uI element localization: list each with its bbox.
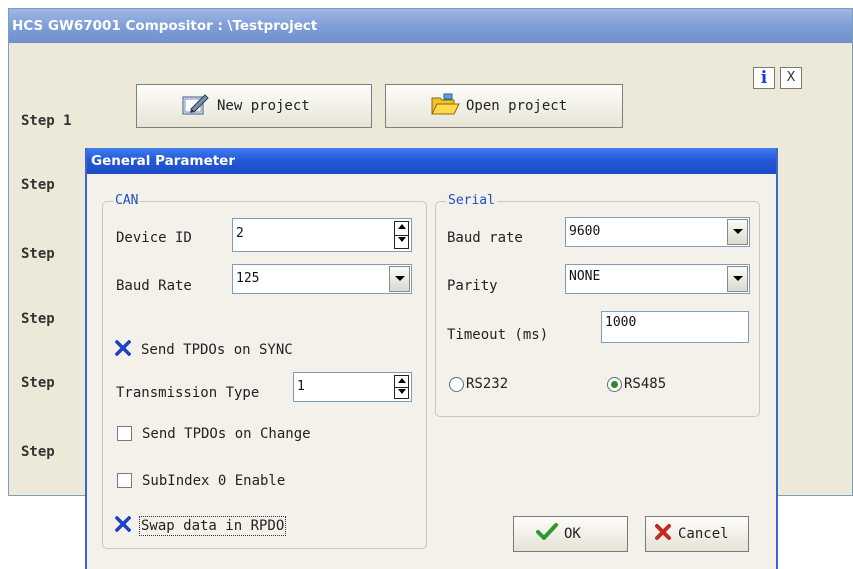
- spin-down-icon[interactable]: [395, 387, 408, 398]
- new-project-button[interactable]: New project: [136, 84, 372, 128]
- cancel-button[interactable]: Cancel: [645, 516, 749, 552]
- window-title: HCS GW67001 Compositor : \Testproject: [9, 9, 852, 43]
- cancel-x-icon: [654, 523, 672, 545]
- subindex-enable-checkbox[interactable]: [117, 473, 132, 488]
- send-tpdos-sync-label: Send TPDOs on SYNC: [141, 342, 293, 358]
- device-id-value: 2: [236, 226, 244, 241]
- send-tpdos-change-label: Send TPDOs on Change: [142, 426, 311, 442]
- check-mark-icon: [114, 339, 132, 357]
- ok-label: OK: [564, 526, 581, 542]
- step-4-label: Step: [21, 311, 55, 327]
- open-project-label: Open project: [466, 98, 568, 114]
- open-folder-icon: [430, 92, 460, 120]
- rs485-label: RS485: [624, 376, 667, 392]
- subindex-enable-label: SubIndex 0 Enable: [142, 473, 286, 489]
- spin-down-icon[interactable]: [395, 235, 408, 248]
- device-id-spinner[interactable]: [394, 221, 409, 249]
- can-baud-rate-value: 125: [236, 271, 260, 286]
- step-1-label: Step 1: [21, 113, 72, 129]
- step-3-label: Step: [21, 246, 55, 262]
- parity-value: NONE: [569, 269, 601, 284]
- new-project-icon: [181, 92, 211, 120]
- timeout-label: Timeout (ms): [447, 327, 549, 343]
- info-icon[interactable]: i: [753, 67, 775, 89]
- open-project-button[interactable]: Open project: [385, 84, 623, 128]
- new-project-label: New project: [217, 98, 310, 114]
- send-tpdos-change-checkbox[interactable]: [117, 426, 132, 441]
- can-legend: CAN: [113, 193, 141, 208]
- device-id-field[interactable]: 2: [232, 218, 412, 252]
- serial-baud-rate-value: 9600: [569, 224, 601, 239]
- rs232-radio[interactable]: [449, 377, 464, 392]
- transmission-type-value: 1: [297, 379, 305, 394]
- transmission-type-label: Transmission Type: [116, 385, 260, 401]
- ok-check-icon: [536, 523, 558, 545]
- timeout-value: 1000: [605, 315, 637, 330]
- can-baud-rate-select[interactable]: 125: [232, 264, 412, 294]
- dialog-title: General Parameter: [87, 148, 776, 174]
- serial-legend: Serial: [446, 193, 497, 208]
- cancel-label: Cancel: [678, 526, 729, 542]
- send-tpdos-sync-checkbox[interactable]: [114, 339, 132, 357]
- step-2-label: Step: [21, 177, 55, 193]
- device-id-label: Device ID: [116, 230, 192, 246]
- parity-label: Parity: [447, 278, 498, 294]
- chevron-down-icon[interactable]: [389, 266, 410, 292]
- rs485-radio[interactable]: [607, 377, 622, 392]
- parity-select[interactable]: NONE: [565, 264, 750, 294]
- chevron-down-icon[interactable]: [727, 266, 748, 292]
- rs232-label: RS232: [466, 376, 509, 392]
- serial-baud-rate-select[interactable]: 9600: [565, 217, 750, 247]
- spin-up-icon[interactable]: [395, 222, 408, 236]
- swap-data-label: Swap data in RPDO: [138, 516, 287, 536]
- step-6-label: Step: [21, 444, 55, 460]
- check-mark-icon: [114, 515, 132, 533]
- chevron-down-icon[interactable]: [727, 219, 748, 245]
- transmission-type-spinner[interactable]: [394, 375, 409, 399]
- transmission-type-field[interactable]: 1: [293, 372, 412, 402]
- can-baud-rate-label: Baud Rate: [116, 278, 192, 294]
- swap-data-checkbox[interactable]: [114, 515, 132, 533]
- serial-baud-rate-label: Baud rate: [447, 230, 523, 246]
- step-5-label: Step: [21, 375, 55, 391]
- close-icon[interactable]: X: [780, 67, 802, 89]
- ok-button[interactable]: OK: [513, 516, 628, 552]
- timeout-field[interactable]: 1000: [601, 311, 749, 343]
